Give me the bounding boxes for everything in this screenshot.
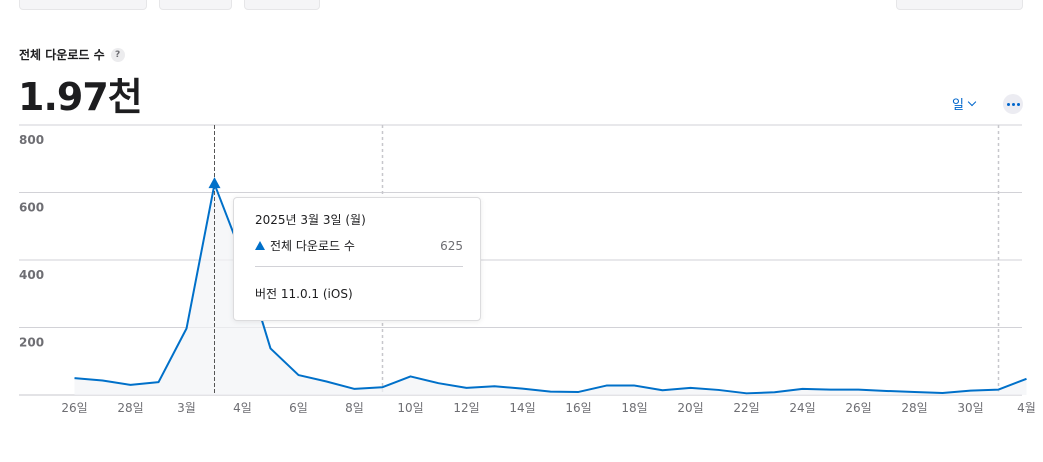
x-tick-label: 4일 [233,401,252,415]
x-tick-label: 26일 [61,401,87,415]
series-area [74,184,1027,395]
triangle-marker-icon [255,241,265,250]
y-tick-label: 800 [19,133,44,147]
x-tick-label: 30일 [957,401,983,415]
chart-tooltip: 2025년 3월 3일 (월) 전체 다운로드 수 625 버전 11.0.1 … [233,197,481,321]
x-tick-label: 12일 [453,401,479,415]
x-tick-label: 24일 [789,401,815,415]
y-tick-label: 600 [19,201,44,215]
tooltip-divider [255,266,463,267]
x-tick-label: 6일 [289,401,308,415]
x-tick-label: 14일 [509,401,535,415]
x-tick-label: 8일 [345,401,364,415]
x-tick-label: 16일 [565,401,591,415]
x-tick-label: 28일 [117,401,143,415]
tooltip-date: 2025년 3월 3일 (월) [255,213,366,227]
tooltip-value: 625 [440,238,463,253]
x-tick-label: 28일 [901,401,927,415]
y-tick-label: 200 [19,336,44,350]
tooltip-series-row: 전체 다운로드 수 625 [255,237,463,254]
x-tick-label: 4월 [1017,401,1036,415]
tooltip-version: 버전 11.0.1 (iOS) [255,287,353,301]
x-tick-label: 10일 [397,401,423,415]
highlight-point-marker [208,177,221,189]
x-tick-label: 18일 [621,401,647,415]
x-tick-label: 3월 [177,401,196,415]
x-tick-label: 26일 [845,401,871,415]
download-line-chart: 200 400 600 800 26일 28일 3월 4일 6일 8일 10일 12일 14일 16일 18… [19,124,1036,415]
x-tick-label: 20일 [677,401,703,415]
downloads-analytics-panel: 전체 다운로드 수 ? 1.97천 일 200 400 600 800 26일 28일 3월… [0,0,1043,462]
tooltip-series-label: 전체 다운로드 수 [270,239,355,253]
y-tick-label: 400 [19,268,44,282]
x-tick-label: 22일 [733,401,759,415]
